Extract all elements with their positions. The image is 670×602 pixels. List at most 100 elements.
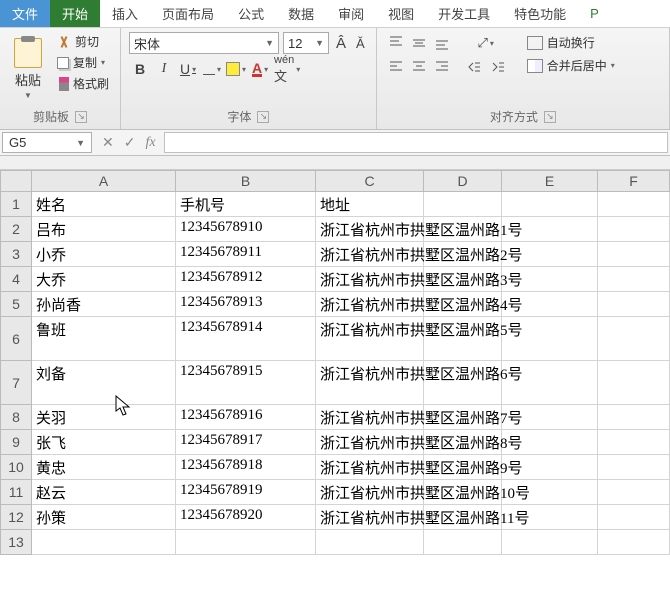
italic-button[interactable]: I — [153, 58, 175, 80]
tab-insert[interactable]: 插入 — [100, 0, 150, 27]
row-header[interactable]: 4 — [0, 267, 32, 292]
cell[interactable]: 12345678914 — [176, 317, 316, 361]
col-header-C[interactable]: C — [316, 170, 424, 192]
cell[interactable]: 鲁班 — [32, 317, 176, 361]
decrease-font-button[interactable]: Ǎ — [353, 36, 368, 51]
formula-input[interactable] — [164, 132, 668, 153]
select-all-corner[interactable] — [0, 170, 32, 192]
cell[interactable] — [424, 530, 502, 555]
cell[interactable] — [598, 317, 670, 361]
cell[interactable] — [32, 530, 176, 555]
cell[interactable]: 刘备 — [32, 361, 176, 405]
align-center-button[interactable] — [408, 55, 430, 77]
cell[interactable]: 关羽 — [32, 405, 176, 430]
row-header[interactable]: 2 — [0, 217, 32, 242]
cell[interactable]: 12345678918 — [176, 455, 316, 480]
row-header[interactable]: 7 — [0, 361, 32, 405]
cell[interactable]: 12345678912 — [176, 267, 316, 292]
cancel-formula-button[interactable]: ✕ — [102, 134, 114, 151]
align-middle-button[interactable] — [408, 32, 430, 54]
wrap-text-button[interactable]: 自动换行 — [523, 32, 619, 53]
spreadsheet-grid[interactable]: A B C D E F 1姓名手机号地址2吕布12345678910浙江省杭州市… — [0, 170, 670, 555]
align-bottom-button[interactable] — [431, 32, 453, 54]
clipboard-launcher[interactable]: ↘ — [75, 111, 87, 123]
tab-file[interactable]: 文件 — [0, 0, 50, 27]
cell[interactable]: 12345678915 — [176, 361, 316, 405]
cell[interactable]: 手机号 — [176, 192, 316, 217]
cell[interactable] — [316, 530, 424, 555]
row-header[interactable]: 1 — [0, 192, 32, 217]
cell[interactable]: 孙尚香 — [32, 292, 176, 317]
row-header[interactable]: 5 — [0, 292, 32, 317]
cell[interactable]: 浙江省杭州市拱墅区温州路7号 — [316, 405, 424, 430]
col-header-E[interactable]: E — [502, 170, 598, 192]
tab-formula[interactable]: 公式 — [226, 0, 276, 27]
font-name-combo[interactable]: 宋体 ▼ — [129, 32, 279, 54]
tab-extra[interactable]: P — [578, 0, 611, 27]
row-header[interactable]: 8 — [0, 405, 32, 430]
row-header[interactable]: 9 — [0, 430, 32, 455]
cell[interactable]: 12345678916 — [176, 405, 316, 430]
copy-button[interactable]: 复制 ▾ — [54, 53, 112, 72]
orientation-button[interactable]: ⤢▾ — [463, 32, 509, 54]
format-painter-button[interactable]: 格式刷 — [54, 74, 112, 93]
align-launcher[interactable]: ↘ — [544, 111, 556, 123]
row-header[interactable]: 12 — [0, 505, 32, 530]
align-right-button[interactable] — [431, 55, 453, 77]
fill-color-button[interactable]: ▾ — [225, 58, 247, 80]
font-color-button[interactable]: A▾ — [249, 58, 271, 80]
cell[interactable] — [598, 405, 670, 430]
cell[interactable]: 小乔 — [32, 242, 176, 267]
phonetic-button[interactable]: wén文▾ — [273, 58, 301, 80]
border-button[interactable]: ▾ — [201, 58, 223, 80]
cell[interactable] — [424, 192, 502, 217]
cell[interactable]: 浙江省杭州市拱墅区温州路11号 — [316, 505, 424, 530]
col-header-D[interactable]: D — [424, 170, 502, 192]
row-header[interactable]: 3 — [0, 242, 32, 267]
cell[interactable] — [598, 217, 670, 242]
cell[interactable] — [598, 361, 670, 405]
cell[interactable] — [598, 480, 670, 505]
cell[interactable]: 浙江省杭州市拱墅区温州路8号 — [316, 430, 424, 455]
cell[interactable]: 12345678917 — [176, 430, 316, 455]
col-header-B[interactable]: B — [176, 170, 316, 192]
tab-review[interactable]: 审阅 — [326, 0, 376, 27]
cell[interactable]: 12345678911 — [176, 242, 316, 267]
row-header[interactable]: 6 — [0, 317, 32, 361]
cell[interactable] — [598, 505, 670, 530]
cell[interactable]: 浙江省杭州市拱墅区温州路4号 — [316, 292, 424, 317]
tab-data[interactable]: 数据 — [276, 0, 326, 27]
cell[interactable]: 吕布 — [32, 217, 176, 242]
cell[interactable]: 大乔 — [32, 267, 176, 292]
cell[interactable] — [598, 455, 670, 480]
row-header[interactable]: 10 — [0, 455, 32, 480]
paste-button[interactable]: 粘贴 ▼ — [8, 32, 48, 106]
bold-button[interactable]: B — [129, 58, 151, 80]
cell[interactable]: 张飞 — [32, 430, 176, 455]
fx-button[interactable]: fx — [145, 135, 155, 151]
underline-button[interactable]: U▾ — [177, 58, 199, 80]
cell[interactable] — [598, 530, 670, 555]
cell[interactable] — [598, 430, 670, 455]
cell[interactable]: 12345678920 — [176, 505, 316, 530]
col-header-A[interactable]: A — [32, 170, 176, 192]
cell[interactable]: 孙策 — [32, 505, 176, 530]
cell[interactable] — [598, 267, 670, 292]
cell[interactable]: 浙江省杭州市拱墅区温州路9号 — [316, 455, 424, 480]
tab-view[interactable]: 视图 — [376, 0, 426, 27]
cell[interactable]: 地址 — [316, 192, 424, 217]
tab-dev[interactable]: 开发工具 — [426, 0, 502, 27]
tab-layout[interactable]: 页面布局 — [150, 0, 226, 27]
cell[interactable]: 浙江省杭州市拱墅区温州路2号 — [316, 242, 424, 267]
cut-button[interactable]: 剪切 — [54, 32, 112, 51]
align-top-button[interactable] — [385, 32, 407, 54]
decrease-indent-button[interactable] — [463, 56, 485, 78]
tab-home[interactable]: 开始 — [50, 0, 100, 27]
cell[interactable] — [598, 242, 670, 267]
cell[interactable]: 浙江省杭州市拱墅区温州路5号 — [316, 317, 424, 361]
increase-font-button[interactable]: Â — [333, 35, 349, 52]
font-size-combo[interactable]: 12 ▼ — [283, 32, 329, 54]
cell[interactable] — [502, 192, 598, 217]
row-header[interactable]: 13 — [0, 530, 32, 555]
cell[interactable] — [598, 292, 670, 317]
